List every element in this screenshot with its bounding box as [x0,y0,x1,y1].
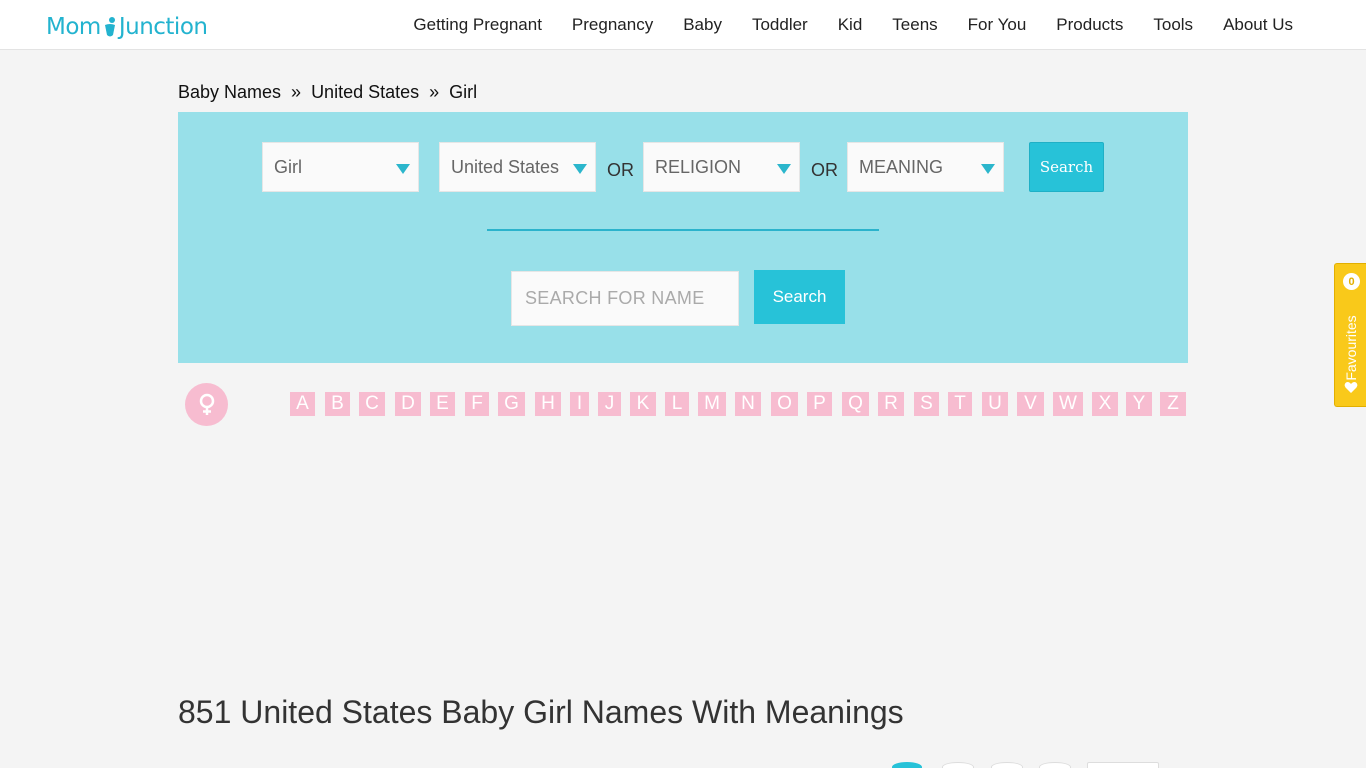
gender-select[interactable]: Girl [262,142,419,192]
letter-x[interactable]: X [1092,392,1118,416]
nav-toddler[interactable]: Toddler [752,15,808,35]
pagination-item[interactable] [942,762,974,768]
or-label: OR [811,160,838,180]
or-label: OR [607,160,634,180]
female-icon[interactable] [185,383,228,426]
meaning-select-value: MEANING [859,156,944,177]
letter-y[interactable]: Y [1126,392,1152,416]
letter-l[interactable]: L [665,392,689,416]
favourites-count-badge: 0 [1343,273,1360,290]
breadcrumb-baby-names[interactable]: Baby Names [178,82,281,103]
favourites-label: Favourites [1343,315,1359,381]
letter-m[interactable]: M [698,392,726,416]
letter-b[interactable]: B [325,392,350,416]
filter-search-button[interactable]: Search [1029,142,1104,192]
letter-v[interactable]: V [1017,392,1044,416]
meaning-select[interactable]: MEANING [847,142,1004,192]
religion-select-value: RELIGION [655,156,742,177]
nav-tools[interactable]: Tools [1153,15,1193,35]
religion-select[interactable]: RELIGION [643,142,800,192]
letter-n[interactable]: N [735,392,761,416]
caret-down-icon [396,164,410,174]
breadcrumb-separator: » [291,82,302,102]
favourites-tab[interactable]: 0 Favourites [1334,263,1366,407]
letter-u[interactable]: U [982,392,1008,416]
nav-about-us[interactable]: About Us [1223,15,1293,35]
gender-select-value: Girl [274,156,302,177]
letter-z[interactable]: Z [1160,392,1186,416]
letter-k[interactable]: K [630,392,656,416]
breadcrumb-united-states[interactable]: United States [311,82,419,103]
letter-c[interactable]: C [359,392,385,416]
caret-down-icon [981,164,995,174]
pagination-item[interactable] [1039,762,1071,768]
breadcrumb-girl: Girl [449,82,478,102]
letter-a[interactable]: A [290,392,315,416]
name-search-input[interactable]: SEARCH FOR NAME [511,271,739,326]
letter-w[interactable]: W [1053,392,1083,416]
letter-g[interactable]: G [498,392,525,416]
letter-d[interactable]: D [395,392,421,416]
letter-o[interactable]: O [771,392,798,416]
main-nav: Getting Pregnant Pregnancy Baby Toddler … [413,0,1293,50]
nav-products[interactable]: Products [1056,15,1123,35]
letter-s[interactable]: S [914,392,939,416]
heart-icon [1344,381,1358,399]
origin-select-value: United States [451,156,560,177]
letter-e[interactable]: E [430,392,455,416]
logo-text-right: Junction [118,14,208,40]
nav-baby[interactable]: Baby [683,15,722,35]
nav-for-you[interactable]: For You [968,15,1027,35]
caret-down-icon [777,164,791,174]
nav-kid[interactable]: Kid [838,15,863,35]
letter-i[interactable]: I [570,392,589,416]
letter-r[interactable]: R [878,392,904,416]
letter-p[interactable]: P [807,392,832,416]
pagination-next[interactable] [1087,762,1159,768]
letter-h[interactable]: H [535,392,561,416]
letter-q[interactable]: Q [842,392,869,416]
pagination-item[interactable] [991,762,1023,768]
nav-pregnancy[interactable]: Pregnancy [572,15,653,35]
letter-f[interactable]: F [465,392,489,416]
caret-down-icon [573,164,587,174]
nav-teens[interactable]: Teens [892,15,937,35]
active-page-tab[interactable] [892,762,922,768]
origin-select[interactable]: United States [439,142,596,192]
site-header: Mom Junction Getting Pregnant Pregnancy … [0,0,1366,50]
breadcrumb: Baby Names » United States » Girl [178,82,477,103]
momjunction-logo[interactable]: Mom Junction [46,12,208,42]
page-title: 851 United States Baby Girl Names With M… [178,694,904,730]
nav-getting-pregnant[interactable]: Getting Pregnant [413,15,542,35]
letter-j[interactable]: J [598,392,621,416]
panel-divider [487,229,879,231]
search-panel: Girl United States OR RELIGION OR MEANIN… [178,112,1188,363]
logo-text-left: Mom [46,14,101,40]
logo-mark-icon [103,16,117,38]
letter-t[interactable]: T [948,392,972,416]
name-search-button[interactable]: Search [754,270,845,324]
breadcrumb-separator: » [429,82,440,102]
